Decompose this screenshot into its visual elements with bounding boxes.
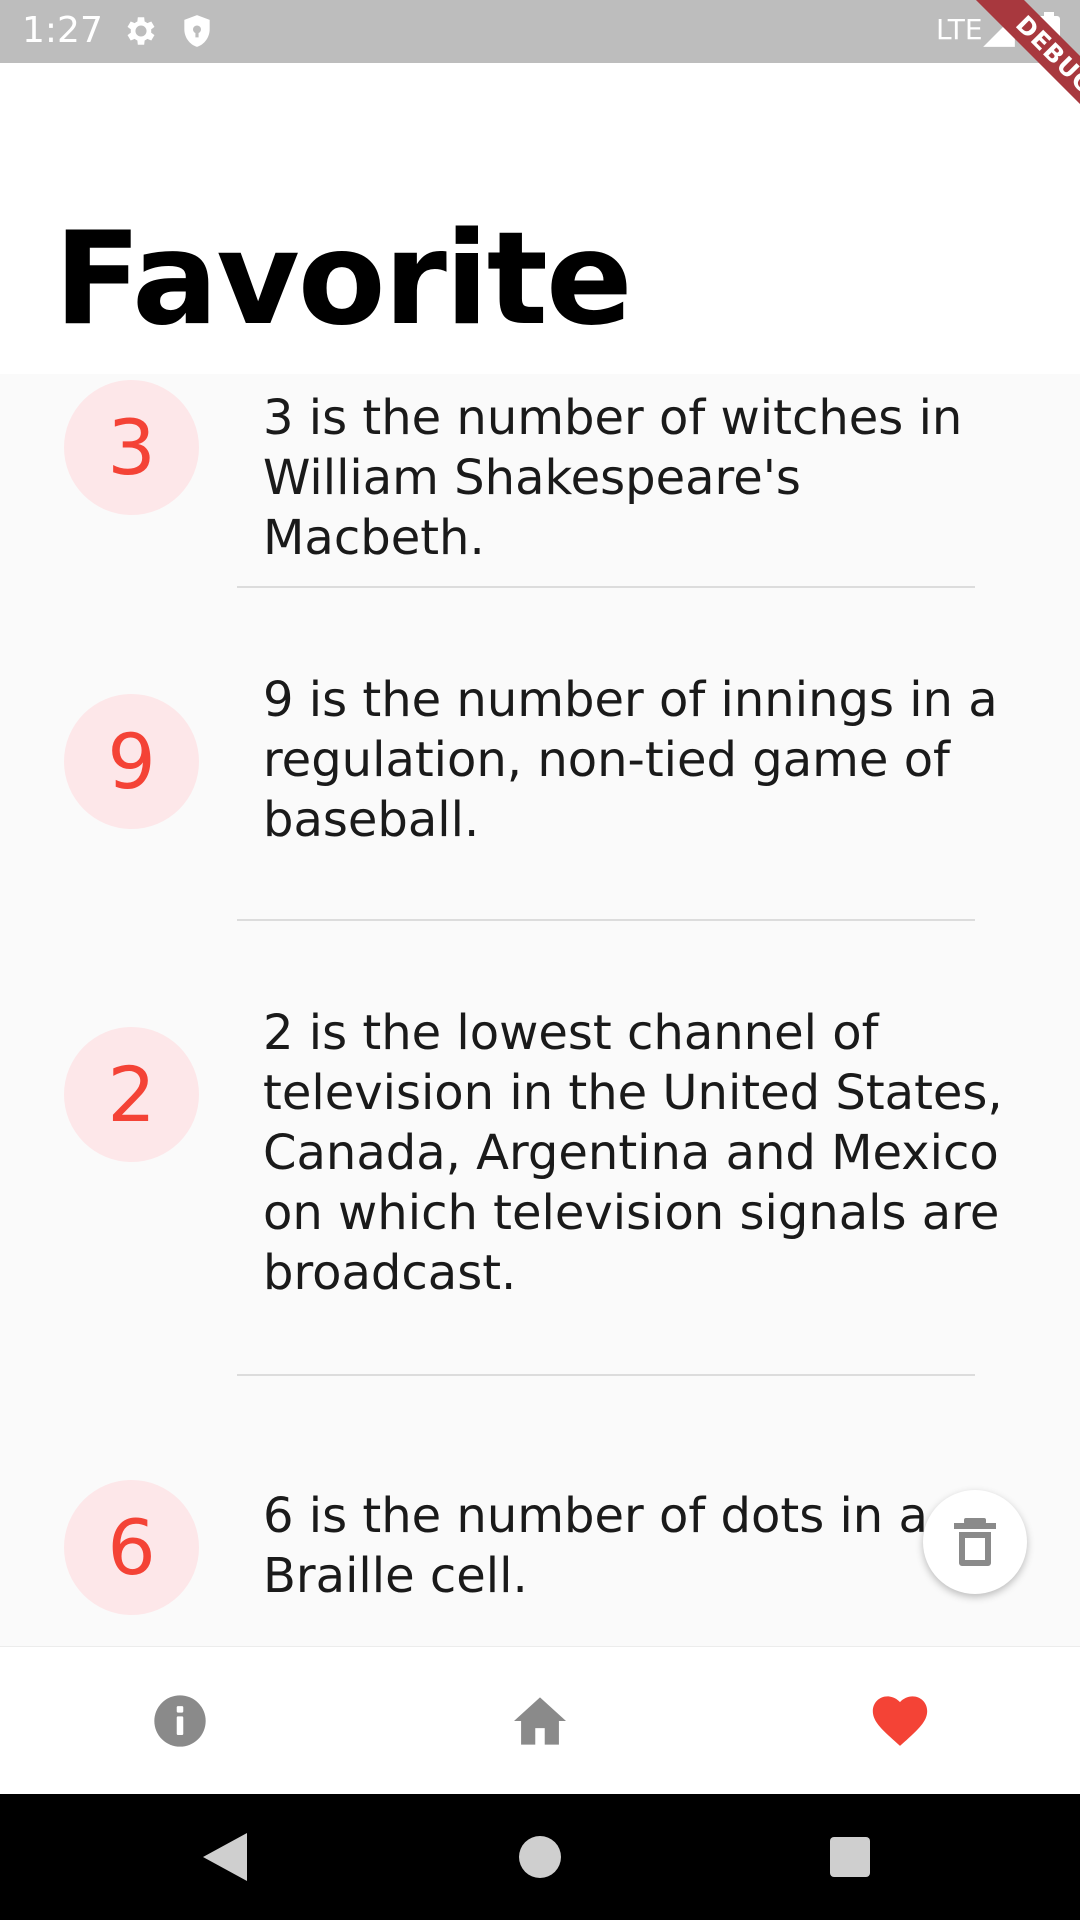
list-item[interactable]: 3 3 is the number of witches in William … <box>0 374 1080 586</box>
nav-info[interactable] <box>0 1647 360 1795</box>
trash-icon <box>952 1517 998 1567</box>
heart-icon <box>871 1695 929 1747</box>
fact-text: 9 is the number of innings in a regulati… <box>263 672 998 848</box>
gear-icon <box>122 12 160 54</box>
recents-square-icon <box>830 1837 870 1877</box>
home-icon <box>511 1695 569 1747</box>
fact-text: 3 is the number of witches in William Sh… <box>263 390 963 566</box>
status-time: 1:27 <box>22 10 103 51</box>
list-item[interactable]: 6 6 is the number of dots in a Braille c… <box>0 1376 1080 1646</box>
favorites-list[interactable]: 3 3 is the number of witches in William … <box>0 374 1080 1646</box>
number-avatar: 3 <box>64 380 199 515</box>
page-title: Favorite <box>54 205 633 354</box>
home-system-button[interactable] <box>500 1824 580 1890</box>
number-avatar: 6 <box>64 1480 199 1615</box>
recents-button[interactable] <box>810 1824 890 1890</box>
nav-home[interactable] <box>360 1647 720 1795</box>
fact-text: 2 is the lowest channel of television in… <box>263 1005 1003 1301</box>
back-triangle-icon <box>203 1833 247 1881</box>
info-icon <box>152 1693 208 1749</box>
delete-all-button[interactable] <box>923 1490 1027 1594</box>
status-bar: 1:27 LTE <box>0 0 1080 63</box>
home-circle-icon <box>519 1836 561 1878</box>
network-type: LTE <box>936 13 983 46</box>
shield-icon <box>178 12 216 54</box>
back-button[interactable] <box>185 1824 265 1890</box>
bottom-navigation <box>0 1646 1080 1795</box>
number-avatar: 9 <box>64 694 199 829</box>
number-avatar: 2 <box>64 1027 199 1162</box>
nav-favorite[interactable] <box>720 1647 1080 1795</box>
fact-text: 6 is the number of dots in a Braille cel… <box>263 1488 928 1604</box>
list-item[interactable]: 2 2 is the lowest channel of television … <box>0 921 1080 1375</box>
system-navigation-bar <box>0 1794 1080 1920</box>
list-item[interactable]: 9 9 is the number of innings in a regula… <box>0 588 1080 918</box>
